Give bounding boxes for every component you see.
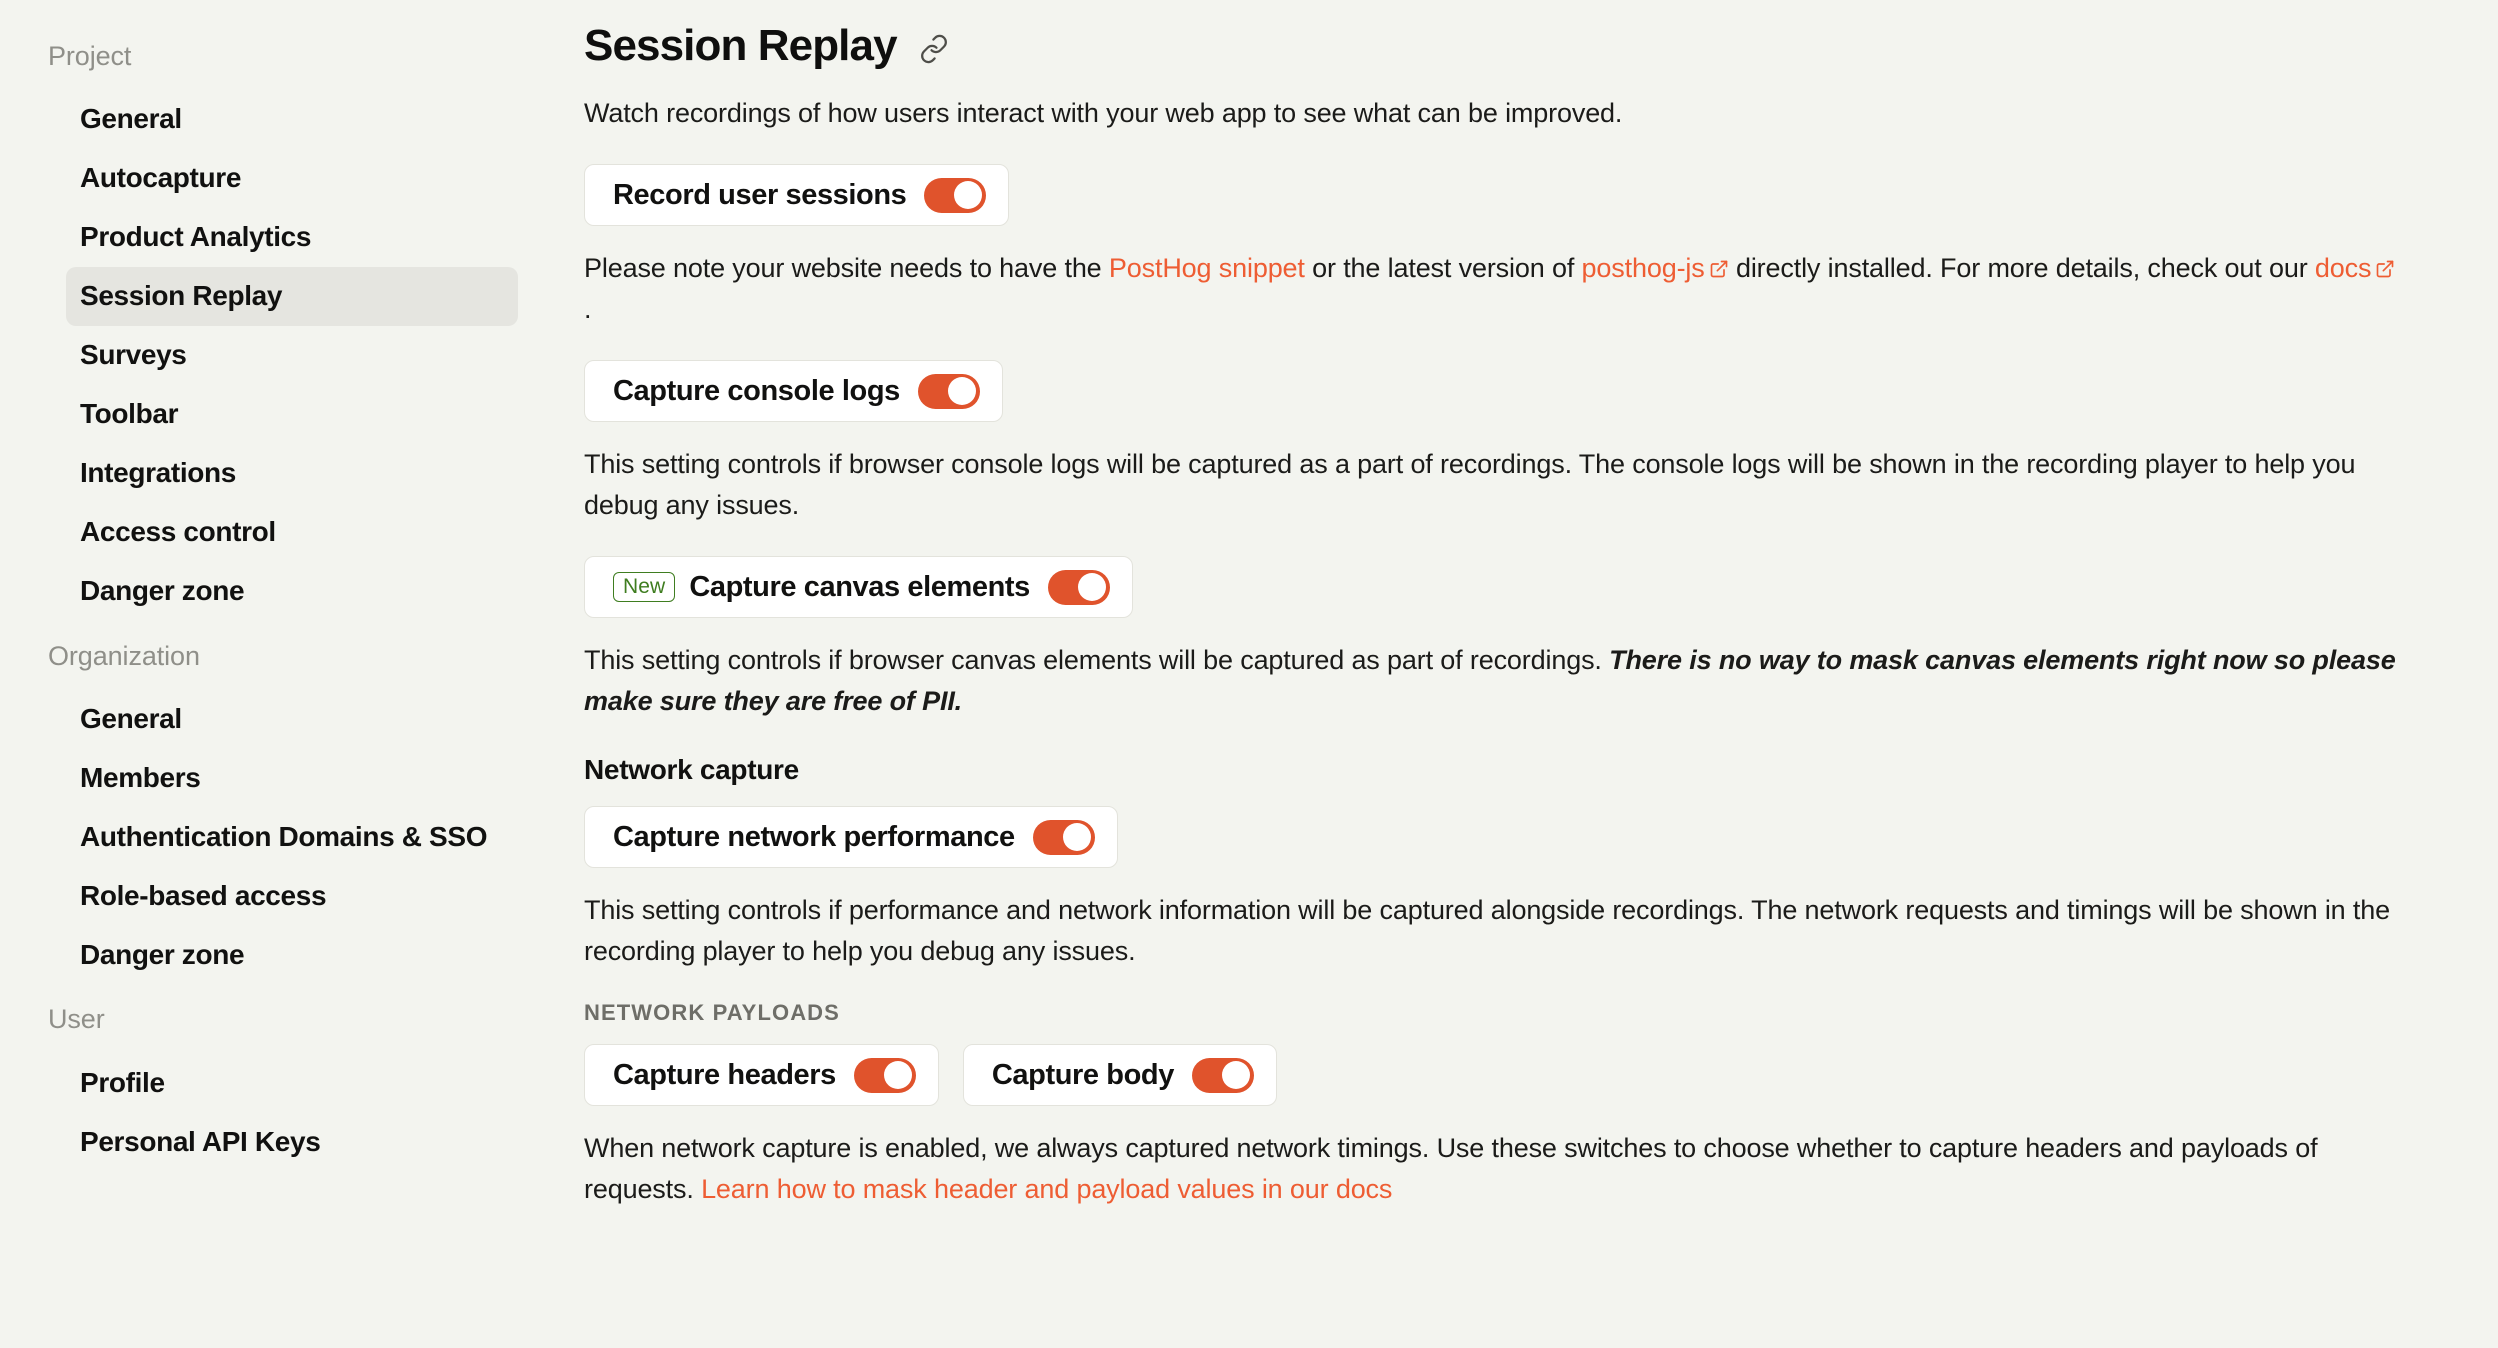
capture-network-performance-card[interactable]: Capture network performance — [584, 806, 1118, 869]
docs-link[interactable]: docs — [2315, 253, 2372, 283]
sidebar-item-label: Autocapture — [80, 162, 242, 194]
record-sessions-row: Record user sessions — [584, 164, 2498, 227]
console-logs-row: Capture console logs — [584, 360, 2498, 423]
sidebar-item-members[interactable]: Members — [66, 748, 518, 807]
sidebar-inner: Project General Autocapture Product Analyti… — [0, 0, 544, 1171]
sidebar-item-profile[interactable]: Profile — [66, 1053, 518, 1112]
capture-headers-label: Capture headers — [613, 1058, 836, 1091]
toggle-knob — [883, 1061, 912, 1090]
sidebar-item-session-replay[interactable]: Session Replay — [66, 266, 518, 326]
link-icon[interactable] — [919, 34, 949, 64]
sidebar-item-general[interactable]: General — [66, 689, 518, 748]
settings-sidebar: Project General Autocapture Product Analyti… — [0, 0, 544, 1348]
capture-headers-card[interactable]: Capture headers — [584, 1044, 939, 1107]
sidebar-group-label-user: User — [48, 1004, 105, 1035]
sidebar-item-label: Access control — [80, 516, 276, 548]
sidebar-item-label: Danger zone — [80, 938, 245, 970]
snippet-note-text-4: . — [584, 294, 592, 325]
page-title: Session Replay — [584, 21, 898, 70]
sidebar-item-label: Members — [80, 761, 201, 793]
capture-canvas-elements-label: Capture canvas elements — [689, 570, 1030, 603]
sidebar-item-danger-zone[interactable]: Danger zone — [66, 925, 518, 984]
mask-values-docs-link[interactable]: Learn how to mask header and payload val… — [701, 1174, 1392, 1204]
record-user-sessions-card[interactable]: Record user sessions — [584, 164, 1010, 227]
capture-network-performance-toggle[interactable] — [1032, 819, 1095, 855]
capture-headers-toggle[interactable] — [853, 1057, 916, 1093]
capture-body-label: Capture body — [991, 1058, 1175, 1091]
record-user-sessions-toggle[interactable] — [924, 177, 987, 213]
posthog-snippet-link[interactable]: PostHog snippet — [1109, 253, 1305, 283]
capture-canvas-elements-card[interactable]: New Capture canvas elements — [584, 556, 1133, 619]
capture-console-logs-label: Capture console logs — [613, 374, 900, 407]
sidebar-item-role-based-access[interactable]: Role-based access — [66, 866, 518, 925]
sidebar-item-general[interactable]: General — [66, 90, 518, 149]
toggle-knob — [947, 377, 976, 406]
new-badge: New — [613, 572, 676, 603]
network-performance-description: This setting controls if performance and… — [584, 895, 2390, 967]
sidebar-item-label: Profile — [80, 1066, 165, 1098]
posthog-js-link[interactable]: posthog-js — [1582, 253, 1705, 283]
capture-console-logs-toggle[interactable] — [917, 373, 980, 409]
sidebar-item-product-analytics[interactable]: Product Analytics — [66, 208, 518, 267]
sidebar-item-label: Toolbar — [80, 398, 179, 430]
sidebar-item-toolbar[interactable]: Toolbar — [66, 385, 518, 444]
console-logs-description: This setting controls if browser console… — [584, 449, 2356, 521]
canvas-description-normal: This setting controls if browser canvas … — [584, 645, 1610, 676]
sidebar-item-surveys[interactable]: Surveys — [66, 326, 518, 385]
sidebar-item-autocapture[interactable]: Autocapture — [66, 149, 518, 208]
external-link-icon — [2375, 259, 2395, 279]
capture-body-toggle[interactable] — [1191, 1057, 1254, 1093]
main-content: Session Replay Watch recordings of how u… — [544, 0, 2498, 1348]
sidebar-item-label: Authentication Domains & SSO — [80, 820, 488, 852]
canvas-row: New Capture canvas elements — [584, 556, 2498, 619]
page-description: Watch recordings of how users interact w… — [584, 98, 1623, 128]
capture-network-performance-label: Capture network performance — [613, 820, 1015, 853]
toggle-knob — [1221, 1061, 1250, 1090]
sidebar-item-integrations[interactable]: Integrations — [66, 444, 518, 503]
toggle-knob — [954, 181, 983, 210]
capture-console-logs-card[interactable]: Capture console logs — [584, 360, 1003, 423]
sidebar-item-label: Danger zone — [80, 575, 245, 607]
sidebar-item-label: Session Replay — [80, 280, 283, 312]
network-payload-toggles-row: Capture headers Capture body — [584, 1044, 2498, 1107]
snippet-note: Please note your website needs to have t… — [584, 248, 2399, 330]
record-user-sessions-label: Record user sessions — [613, 178, 907, 211]
toggle-knob — [1062, 823, 1091, 852]
sidebar-item-label: General — [80, 702, 182, 734]
network-performance-row: Capture network performance — [584, 806, 2498, 869]
sidebar-item-danger-zone[interactable]: Danger zone — [66, 562, 518, 621]
network-payloads-heading: NETWORK PAYLOADS — [584, 1000, 840, 1026]
sidebar-item-label: Product Analytics — [80, 221, 312, 253]
capture-body-card[interactable]: Capture body — [962, 1044, 1277, 1107]
capture-canvas-elements-toggle[interactable] — [1047, 569, 1110, 605]
sidebar-item-label: Role-based access — [80, 879, 327, 911]
sidebar-item-authentication-domains-sso[interactable]: Authentication Domains & SSO — [66, 807, 518, 866]
sidebar-group-label-organization: Organization — [48, 640, 200, 671]
canvas-description: This setting controls if browser canvas … — [584, 640, 2399, 722]
sidebar-item-label: Surveys — [80, 339, 187, 371]
snippet-note-text-3: directly installed. For more details, ch… — [1728, 253, 2315, 284]
settings-page: Project General Autocapture Product Analyti… — [0, 0, 2498, 1348]
network-capture-heading: Network capture — [584, 754, 799, 786]
external-link-icon — [1709, 259, 1729, 279]
snippet-note-text-2: or the latest version of — [1304, 253, 1582, 284]
sidebar-item-label: Integrations — [80, 457, 237, 489]
sidebar-item-label: Personal API Keys — [80, 1125, 321, 1157]
page-header: Session Replay — [584, 18, 2498, 73]
network-payload-note: When network capture is enabled, we alwa… — [584, 1128, 2399, 1210]
sidebar-item-label: General — [80, 103, 182, 135]
snippet-note-text-1: Please note your website needs to have t… — [584, 253, 1109, 284]
sidebar-group-label-project: Project — [48, 41, 132, 71]
sidebar-item-access-control[interactable]: Access control — [66, 503, 518, 562]
toggle-knob — [1077, 573, 1106, 602]
sidebar-item-personal-api-keys[interactable]: Personal API Keys — [66, 1112, 518, 1171]
